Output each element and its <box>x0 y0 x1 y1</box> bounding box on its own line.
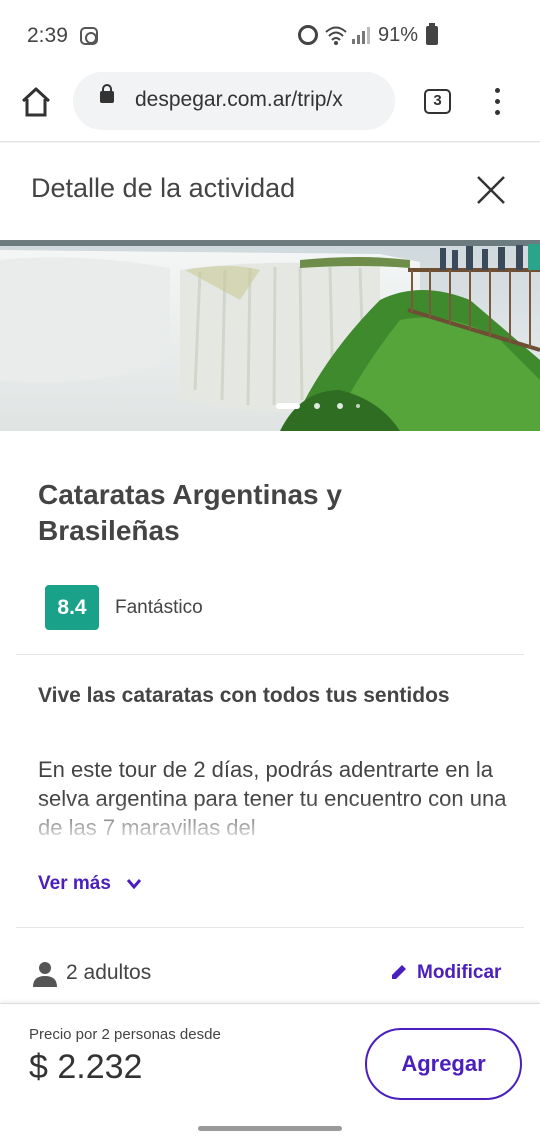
carousel-dot <box>337 403 343 409</box>
lock-icon <box>100 84 114 103</box>
description-fade <box>38 800 518 840</box>
address-bar[interactable]: despegar.com.ar/trip/x <box>73 72 395 130</box>
battery-icon <box>426 23 438 45</box>
page-title: Detalle de la actividad <box>31 173 296 203</box>
booking-footer: Precio por 2 personas desde $ 2.232 Agre… <box>0 1003 540 1118</box>
home-icon[interactable] <box>18 84 54 120</box>
pencil-icon[interactable] <box>390 963 408 981</box>
see-more-link[interactable]: Ver más <box>38 873 111 895</box>
person-icon <box>33 962 57 987</box>
menu-icon[interactable] <box>487 86 509 118</box>
carousel-dot-active <box>276 403 300 409</box>
instagram-icon <box>80 27 98 45</box>
chevron-down-icon[interactable] <box>125 877 143 891</box>
page-header: Detalle de la actividad <box>0 143 540 238</box>
carousel-dot <box>356 404 360 408</box>
add-button[interactable]: Agregar <box>365 1028 522 1100</box>
url-text[interactable]: despegar.com.ar/trip/x <box>135 88 385 112</box>
carousel-indicator[interactable] <box>276 403 366 409</box>
status-time: 2:39 <box>27 24 68 47</box>
home-gesture-handle[interactable] <box>198 1126 342 1131</box>
status-bar: 2:39 91% <box>0 0 540 70</box>
battery-percentage: 91% <box>378 24 419 46</box>
tab-switcher-button[interactable]: 3 <box>424 89 451 114</box>
alarm-icon <box>298 25 318 45</box>
waterfall-photo <box>0 240 540 431</box>
price-caption: Precio por 2 personas desde <box>29 1026 221 1043</box>
travelers-count: 2 adultos <box>66 961 152 984</box>
activity-subtitle: Vive las cataratas con todos tus sentido… <box>38 684 450 707</box>
divider <box>16 654 524 655</box>
browser-toolbar: despegar.com.ar/trip/x 3 <box>0 70 540 142</box>
close-icon[interactable] <box>474 173 508 207</box>
divider <box>16 927 524 928</box>
signal-icon <box>352 27 370 44</box>
activity-image[interactable] <box>0 240 540 431</box>
carousel-dot <box>314 403 320 409</box>
rating-badge: 8.4 <box>45 585 99 630</box>
activity-title: Cataratas Argentinas y Brasileñas <box>38 479 342 546</box>
system-nav-bar <box>0 1118 540 1140</box>
price-value: $ 2.232 <box>29 1048 143 1086</box>
modify-travelers-button[interactable]: Modificar <box>417 962 501 984</box>
rating-label: Fantástico <box>115 597 203 618</box>
wifi-icon <box>325 26 347 45</box>
